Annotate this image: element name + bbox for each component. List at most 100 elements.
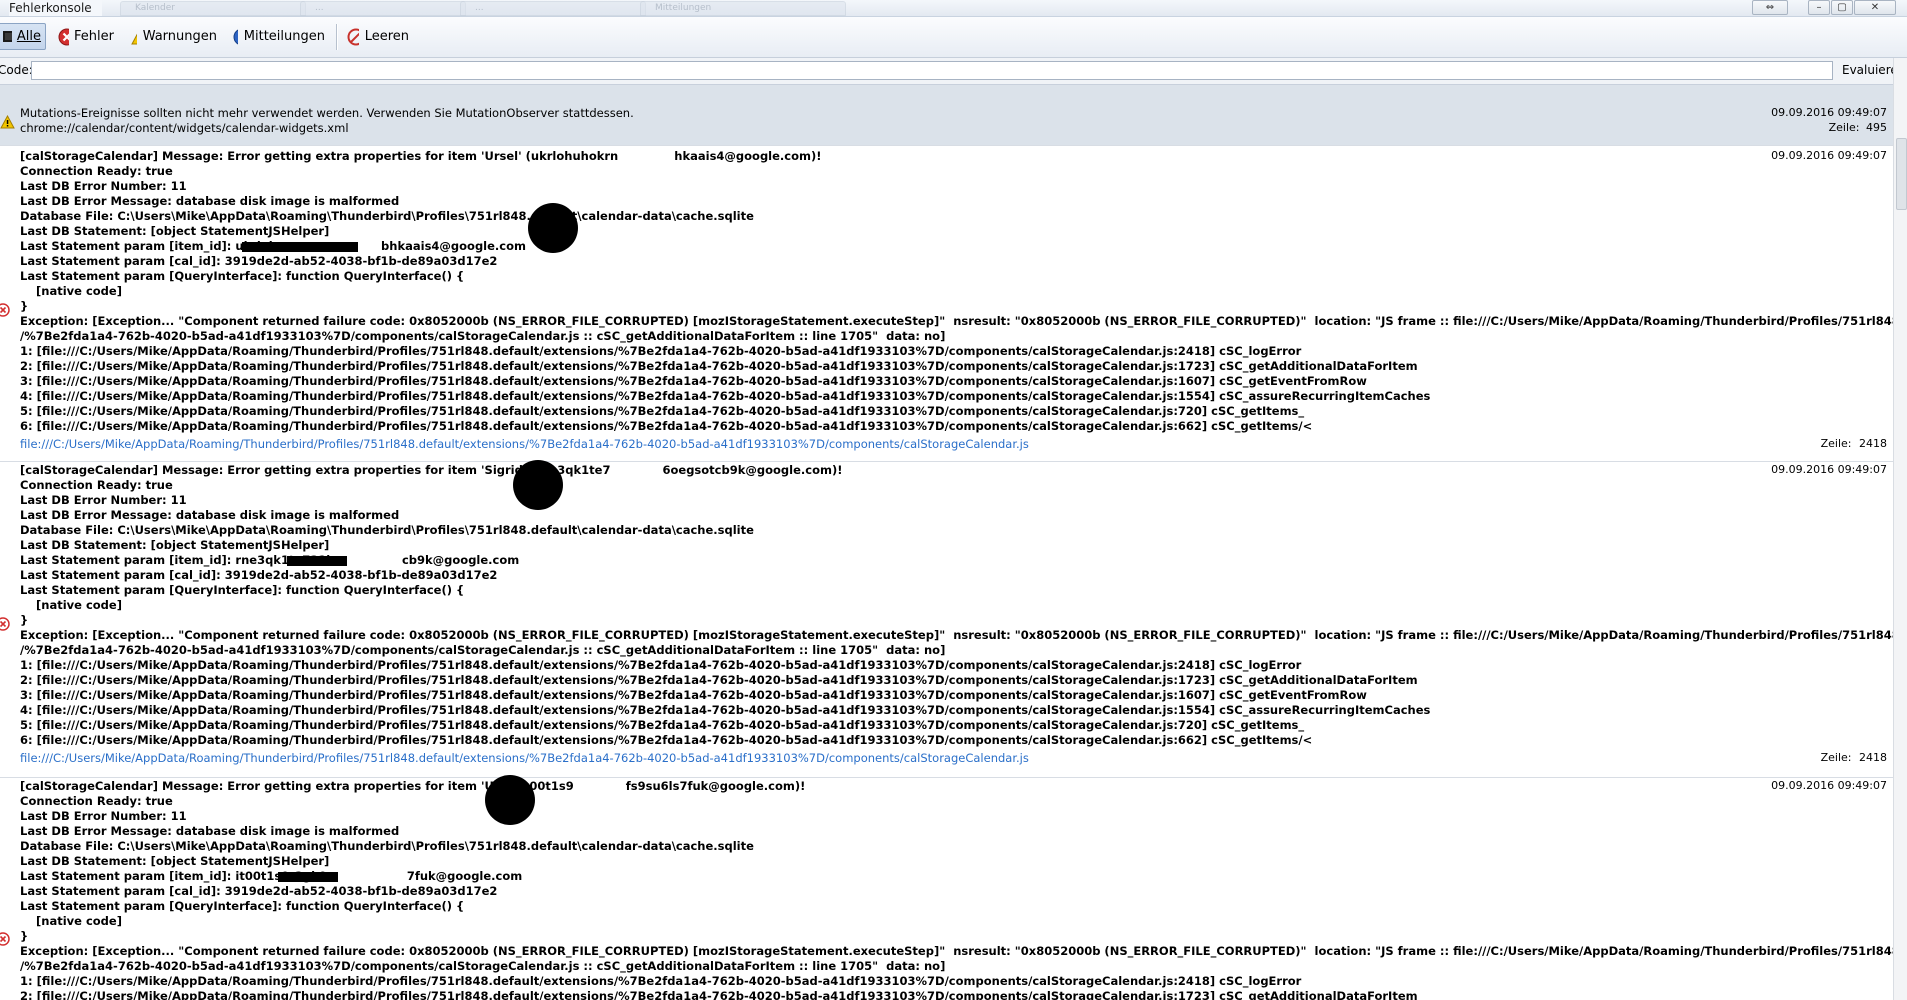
line-label: Zeile: [1820,751,1852,764]
list-item[interactable]: [calStorageCalendar] Message: Error gett… [0,775,1893,1000]
clear-button[interactable]: Leeren [343,23,413,50]
message-line: } [20,613,29,627]
message-line: Last Statement param [cal_id]: 3919de2d-… [20,568,498,582]
code-label: Code: [0,63,33,77]
timestamp: 09.09.2016 09:49:07 [1771,149,1887,162]
message-source: chrome://calendar/content/widgets/calend… [20,121,349,135]
line-number: Zeile: 2418 [1821,437,1887,450]
message-line: 4: [file:///C:/Users/Mike/AppData/Roamin… [20,703,1431,717]
message-line: 6: [file:///C:/Users/Mike/AppData/Roamin… [20,419,1313,433]
message-line: Last Statement param [QueryInterface]: f… [20,583,465,597]
source-link[interactable]: file:///C:/Users/Mike/AppData/Roaming/Th… [20,751,1029,766]
message-line: /%7Be2fda1a4-762b-4020-b5ad-a41df1933103… [20,959,946,973]
error-icon [0,617,10,631]
background-tab[interactable]: Mitteilungen [640,1,846,16]
message-line: } [20,929,29,943]
filter-messages-button[interactable]: Mitteilungen [229,23,329,50]
message-line: Last DB Error Number: 11 [20,493,187,507]
toolbar-separator [336,24,337,50]
message-line: [calStorageCalendar] Message: Error gett… [20,779,806,793]
window-title: Fehlerkonsole [9,0,102,16]
console-icon [3,30,12,42]
source-link[interactable]: file:///C:/Users/Mike/AppData/Roaming/Th… [20,437,1029,452]
line-value: 2418 [1859,751,1887,764]
message-line: Last DB Statement: [object StatementJSHe… [20,224,330,238]
message-line: Last DB Error Number: 11 [20,809,187,823]
line-value: 495 [1866,121,1887,134]
filter-errors-button[interactable]: Fehler [54,23,118,50]
error-icon [0,932,10,946]
close-button[interactable]: ✕ [1854,0,1896,15]
timestamp: 09.09.2016 09:49:07 [1771,106,1887,119]
message-line: Last Statement param [QueryInterface]: f… [20,899,465,913]
message-line: Connection Ready: true [20,794,173,808]
message-line: Database File: C:\Users\Mike\AppData\Roa… [20,209,754,223]
info-icon [233,29,238,44]
message-line: 2: [file:///C:/Users/Mike/AppData/Roamin… [20,359,1418,373]
filter-warnings-label: Warnungen [142,29,217,44]
minimize-button[interactable]: – [1808,0,1830,15]
line-number: Zeile: 2418 [1821,751,1887,764]
message-line: Last DB Error Number: 11 [20,179,187,193]
line-label: Zeile: [1820,437,1852,450]
scrollbar-thumb[interactable] [1896,138,1907,210]
message-line: Last Statement param [item_id]: rne3qk1t… [20,553,520,567]
filter-messages-label: Mitteilungen [243,29,325,44]
filter-all-button[interactable]: Alle [0,23,46,50]
error-icon [58,28,70,45]
clear-icon [347,28,359,45]
message-line: [calStorageCalendar] Message: Error gett… [20,463,843,477]
code-bar: Code: Evaluieren [0,58,1907,85]
maximize-button[interactable]: ▢ [1831,0,1853,15]
message-line: 4: [file:///C:/Users/Mike/AppData/Roamin… [20,389,1431,403]
message-line: Database File: C:\Users\Mike\AppData\Roa… [20,839,754,853]
list-item[interactable]: [calStorageCalendar] Message: Error gett… [0,146,1893,462]
message-line: 3: [file:///C:/Users/Mike/AppData/Roamin… [20,688,1367,702]
message-line: [native code] [20,598,122,612]
message-line: Last Statement param [QueryInterface]: f… [20,269,465,283]
resize-handle-icon[interactable]: ⇔ [1752,0,1788,15]
redaction-dot [513,460,563,510]
code-input[interactable] [31,61,1833,80]
message-line: 3: [file:///C:/Users/Mike/AppData/Roamin… [20,374,1367,388]
message-line: [native code] [20,914,122,928]
message-line: Exception: [Exception... "Component retu… [20,944,1893,958]
line-number: Zeile: 495 [1829,121,1887,134]
vertical-scrollbar[interactable] [1893,58,1907,1000]
message-line: Last Statement param [cal_id]: 3919de2d-… [20,254,498,268]
message-text: Mutations-Ereignisse sollten nicht mehr … [20,106,634,120]
timestamp: 09.09.2016 09:49:07 [1771,463,1887,476]
message-line: 5: [file:///C:/Users/Mike/AppData/Roamin… [20,404,1305,418]
timestamp: 09.09.2016 09:49:07 [1771,779,1887,792]
message-line: 2: [file:///C:/Users/Mike/AppData/Roamin… [20,673,1418,687]
filter-errors-label: Fehler [74,29,114,44]
clear-label: Leeren [364,29,409,44]
message-line: /%7Be2fda1a4-762b-4020-b5ad-a41df1933103… [20,329,946,343]
message-list[interactable]: Mutations-Ereignisse sollten nicht mehr … [0,85,1893,1000]
redaction-bar [287,556,347,566]
list-item[interactable]: Mutations-Ereignisse sollten nicht mehr … [0,85,1893,146]
message-line: 5: [file:///C:/Users/Mike/AppData/Roamin… [20,718,1305,732]
message-line: Last DB Statement: [object StatementJSHe… [20,854,330,868]
line-value: 2418 [1859,437,1887,450]
message-line: Exception: [Exception... "Component retu… [20,628,1893,642]
filter-all-label: Alle [16,29,41,44]
background-tab[interactable]: Kalender [120,1,306,16]
message-line: 2: [file:///C:/Users/Mike/AppData/Roamin… [20,989,1418,1000]
redaction-bar [242,242,358,252]
title-bar: Kalender ... ... Mitteilungen Fehlerkons… [0,0,1907,17]
background-tab[interactable]: ... [460,1,646,16]
filter-warnings-button[interactable]: Warnungen [127,23,221,50]
message-line: Database File: C:\Users\Mike\AppData\Roa… [20,523,754,537]
toolbar: Alle Fehler Warnungen Mitteilungen Leere… [0,17,1907,58]
message-line: 6: [file:///C:/Users/Mike/AppData/Roamin… [20,733,1313,747]
redaction-dot [485,775,535,825]
message-line: Connection Ready: true [20,478,173,492]
message-line: Last DB Error Message: database disk ima… [20,194,400,208]
error-icon [0,303,10,317]
message-line: Last DB Error Message: database disk ima… [20,508,400,522]
message-line: Last Statement param [cal_id]: 3919de2d-… [20,884,498,898]
background-tab[interactable]: ... [300,1,466,16]
message-line: } [20,299,29,313]
list-item[interactable]: [calStorageCalendar] Message: Error gett… [0,460,1893,778]
